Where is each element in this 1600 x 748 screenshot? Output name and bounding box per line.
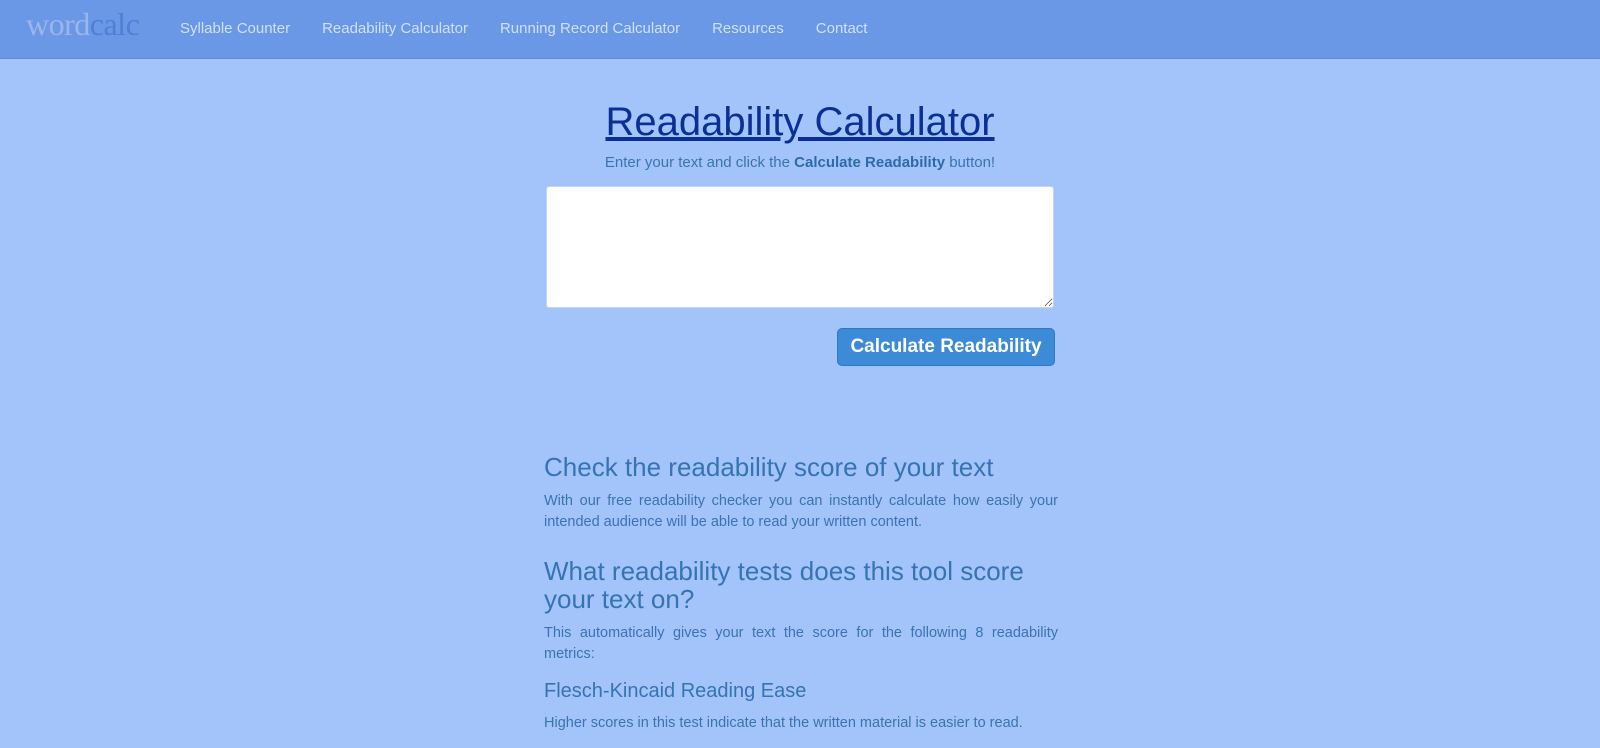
section-text-tests: This automatically gives your text the s…	[544, 625, 1058, 662]
section-heading-tests: What readability tests does this tool sc…	[544, 556, 1024, 614]
section-text-check-score: With our free readability checker you ca…	[544, 493, 1058, 530]
metric-text-flesch-kincaid: Higher scores in this test indicate that…	[544, 715, 1023, 731]
nav-readability-calculator[interactable]: Readability Calculator	[306, 4, 484, 54]
nav-running-record-calculator[interactable]: Running Record Calculator	[484, 4, 696, 54]
intro-prefix: Enter your text and click the	[604, 154, 795, 171]
page-title: Readability Calculator	[0, 100, 1600, 145]
nav-contact[interactable]: Contact	[800, 4, 884, 54]
logo-word: word	[26, 6, 90, 42]
metric-heading-flesch-kincaid: Flesch-Kincaid Reading Ease	[544, 680, 807, 702]
site-logo[interactable]: wordcalc	[26, 6, 140, 43]
intro-text: Enter your text and click the Calculate …	[0, 154, 1600, 171]
intro-suffix: button!	[945, 154, 996, 171]
logo-calc: calc	[89, 6, 140, 42]
calculate-readability-button[interactable]: Calculate Readability	[837, 328, 1055, 366]
article-content: Check the readability score of your text…	[544, 453, 1058, 748]
nav-links: Syllable Counter Readability Calculator …	[164, 0, 883, 58]
nav-syllable-counter[interactable]: Syllable Counter	[164, 4, 306, 54]
nav-resources[interactable]: Resources	[696, 4, 800, 54]
section-heading-check-score: Check the readability score of your text	[544, 452, 994, 482]
top-navbar: wordcalc Syllable Counter Readability Ca…	[0, 0, 1600, 59]
intro-bold: Calculate Readability	[794, 154, 946, 171]
text-input[interactable]	[546, 186, 1054, 308]
page-title-link[interactable]: Readability Calculator	[605, 100, 994, 144]
